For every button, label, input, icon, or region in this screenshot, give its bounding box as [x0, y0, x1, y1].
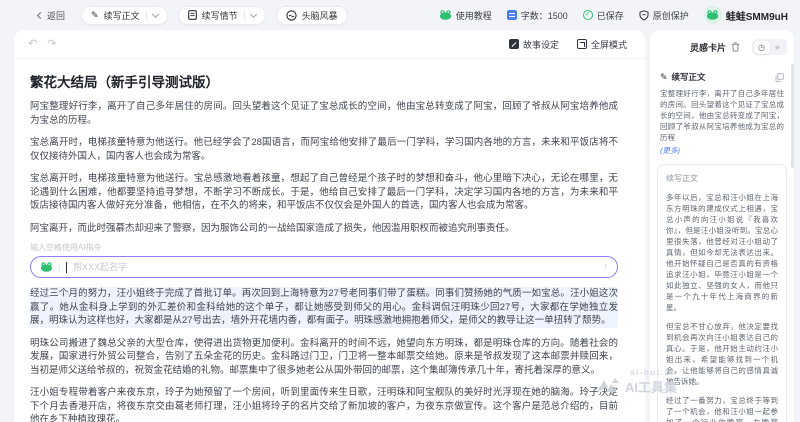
top-bar-right: 使用教程 字数：1500 ✓ 已保存 原创保护 蛙蛙SMM9uH [439, 6, 788, 24]
trash-icon [731, 42, 740, 52]
divider [244, 11, 245, 20]
frog-avatar-icon [706, 10, 719, 20]
watermark-name: AI工具集 [625, 377, 677, 396]
scrollbar-thumb[interactable] [791, 64, 794, 168]
brainstorm-label: 头脑风暴 [302, 9, 338, 22]
fullscreen-icon [577, 39, 587, 49]
inspiration-card[interactable]: ✎ 续写正文 宝整理好行李，离开了自己多年居住的房间。回头望着这个见证了宝总成长… [650, 61, 794, 156]
card-view-toggle: ◷ ★ [752, 39, 787, 55]
document-body[interactable]: 繁花大结局（新手引导测试版） 阿宝整理好行李，离开了自己多年居住的房间。回头望着… [14, 59, 645, 422]
watermark-logo-icon [595, 376, 621, 396]
divider [59, 262, 60, 272]
divider [146, 11, 147, 20]
back-button[interactable]: 返回 [38, 9, 65, 22]
watermark-site: ai-bot.cn [630, 368, 677, 377]
text-cursor [66, 262, 67, 273]
document-title[interactable]: 繁花大结局（新手引导测试版） [30, 71, 618, 91]
frog-icon [40, 262, 53, 272]
card-header: ✎ 续写正文 [660, 71, 784, 83]
card-paragraph: 但宝总不甘心放弃，他决定要找到机会再次向汪小姐表达自己的真心。于是，他开始主动约… [666, 321, 778, 387]
favorites-toggle[interactable]: ★ [770, 41, 786, 54]
pen-icon: ✎ [91, 11, 99, 20]
watermark: ai-bot.cn AI工具集 [595, 368, 677, 396]
paragraph[interactable]: 阿宝离开，而此时强慕杰却迎来了警察，因为服饰公司的一战给国家造成了损失，他因滥用… [30, 222, 618, 236]
ai-command-hint: 输入空格使用AI指令 [30, 242, 618, 253]
history-toggle[interactable]: ◷ [754, 41, 770, 54]
card-type-label: 续写正文 [666, 173, 778, 184]
undo-button[interactable]: ↶ [28, 39, 37, 50]
story-settings-button[interactable]: 故事设定 [509, 38, 559, 51]
generated-paragraph[interactable]: 汪小姐专程带着客户来夜东京，玲子为她预留了一个房间，听到里面传来生日歌，汪明珠和… [30, 386, 618, 422]
ai-command-input[interactable] [73, 262, 597, 272]
saved-status: ✓ 已保存 [583, 9, 624, 22]
more-link[interactable]: (更多) [660, 145, 784, 156]
check-circle-icon: ✓ [583, 10, 593, 20]
editor-toolbar-right: 故事设定 全屏模式 [509, 38, 627, 51]
card-text: 宝整理好行李，离开了自己多年居住的房间。回头望着这个见证了宝总成长的空间，他由宝… [660, 88, 784, 143]
brainstorm-button[interactable]: 头脑风暴 [276, 6, 348, 25]
story-settings-icon [509, 39, 519, 49]
sidebar-header: 灵感卡片 ◷ ★ [650, 30, 794, 61]
protection-label: 原创保护 [653, 9, 689, 22]
word-count-icon [507, 10, 517, 20]
user-account[interactable]: 蛙蛙SMM9uH [704, 6, 788, 24]
chevron-down-icon[interactable] [250, 10, 257, 17]
card-paragraph: 多年以后，宝总和汪小姐在上海东方明珠的建成仪式上相遇，宝总小声的向汪小姐说『我喜… [666, 192, 778, 313]
original-protection-button[interactable]: 原创保护 [639, 9, 689, 22]
watermark-text: ai-bot.cn AI工具集 [625, 368, 677, 396]
top-bar: 返回 ✎ 续写正文 续写情节 头脑风暴 使用教程 字数：1500 ✓ [0, 0, 800, 30]
generated-paragraph[interactable]: 明珠公司搬进了魏总父亲的大型仓库，使得进出货物更加便利。金科离开的时间不远，她望… [30, 337, 618, 378]
chevron-left-icon [37, 11, 44, 18]
clear-cards-button[interactable] [731, 42, 740, 52]
back-label: 返回 [47, 9, 65, 22]
card-paragraph: 经过了一番努力，宝总终于等到了一个机会，他和汪小姐一起参加了一个行业的晚宴。在晚… [666, 395, 778, 422]
word-count-label: 字数：1500 [521, 9, 568, 22]
editor-panel: ↶ ↷ 故事设定 全屏模式 繁花大结局（新手引导测试版） 阿宝整理好行李，离开了… [14, 30, 645, 422]
avatar [704, 6, 722, 24]
inspiration-sidebar: 灵感卡片 ◷ ★ ✎ 续写正文 宝整理好行李，离开了自己多年居住的房间。回头望着… [650, 30, 794, 422]
frog-icon [439, 10, 452, 20]
tutorial-button[interactable]: 使用教程 [439, 9, 492, 22]
brainstorm-icon [286, 10, 297, 21]
redo-button[interactable]: ↷ [47, 39, 56, 50]
document-icon [188, 10, 197, 20]
continue-text-button[interactable]: ✎ 续写正文 [81, 6, 168, 25]
sidebar-title: 灵感卡片 [690, 41, 726, 54]
generated-paragraph[interactable]: 经过三个月的努力，汪小姐终于完成了首批订单。再次回到上海特意为27号老同事们带了… [30, 287, 618, 328]
word-count: 字数：1500 [507, 9, 568, 22]
copy-button[interactable] [775, 73, 784, 82]
continue-plot-button[interactable]: 续写情节 [178, 6, 266, 25]
fullscreen-label: 全屏模式 [591, 38, 627, 51]
send-icon[interactable]: ↑ [603, 262, 608, 272]
saved-label: 已保存 [597, 9, 624, 22]
username: 蛙蛙SMM9uH [726, 8, 788, 23]
chevron-down-icon[interactable] [152, 10, 159, 17]
paragraph[interactable]: 宝总离开时，电梯孩童特意为他送行。宝总感激地看着孩童，想起了自己曾经是个孩子时的… [30, 172, 618, 213]
fullscreen-button[interactable]: 全屏模式 [577, 38, 627, 51]
card-type-label: 续写正文 [672, 71, 706, 83]
shield-icon [639, 10, 649, 21]
story-settings-label: 故事设定 [523, 38, 559, 51]
continue-text-label: 续写正文 [104, 9, 140, 22]
copy-icon [775, 73, 784, 82]
pen-icon: ✎ [660, 73, 668, 82]
paragraph[interactable]: 阿宝整理好行李，离开了自己多年居住的房间。回头望着这个见证了宝总成长的空间，他由… [30, 100, 618, 127]
tutorial-label: 使用教程 [456, 9, 492, 22]
editor-toolbar: ↶ ↷ 故事设定 全屏模式 [14, 30, 645, 59]
paragraph[interactable]: 宝总离开时，电梯孩童特意为他送行。他已经学会了28国语言，而阿宝给他安排了最后一… [30, 136, 618, 163]
action-pills: ✎ 续写正文 续写情节 头脑风暴 [81, 6, 348, 25]
ai-command-box[interactable]: ↑ [30, 256, 618, 278]
continue-plot-label: 续写情节 [202, 9, 238, 22]
